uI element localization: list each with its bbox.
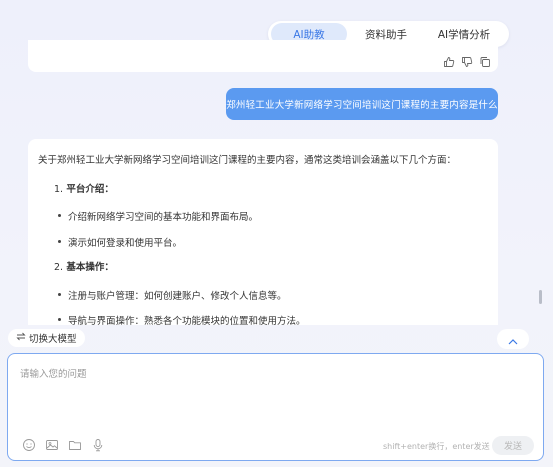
send-button[interactable]: 发送 <box>492 436 534 455</box>
chat-scrollbar-thumb[interactable] <box>539 290 542 304</box>
answer-feedback-toolbar <box>443 56 491 68</box>
image-icon[interactable] <box>45 438 59 452</box>
switch-model-label: 切换大模型 <box>29 334 77 345</box>
copy-icon[interactable] <box>479 56 491 68</box>
emoji-icon[interactable] <box>22 438 36 452</box>
input-toolbar <box>22 438 105 452</box>
answer-section-heading: 1. 平台介绍： <box>54 181 114 195</box>
section-title: 基本操作： <box>66 262 114 273</box>
assistant-answer-card: 关于郑州轻工业大学新网络学习空间培训这门课程的主要内容，通常这类培训会涵盖以下几… <box>28 139 498 325</box>
microphone-icon[interactable] <box>91 438 105 452</box>
user-message-text: 郑州轻工业大学新网络学习空间培训这门课程的主要内容是什么 <box>226 100 498 111</box>
thumbs-down-icon[interactable] <box>461 56 473 68</box>
answer-intro: 关于郑州轻工业大学新网络学习空间培训这门课程的主要内容，通常这类培训会涵盖以下几… <box>38 155 457 166</box>
question-input[interactable] <box>20 366 520 426</box>
answer-bullet: 介绍新网络学习空间的基本功能和界面布局。 <box>57 209 258 223</box>
folder-icon[interactable] <box>68 438 82 452</box>
send-hint: shift+enter换行，enter发送 <box>383 442 490 451</box>
chevron-up-icon <box>508 330 518 349</box>
previous-answer-card <box>28 40 498 72</box>
switch-arrows-icon <box>16 332 26 344</box>
question-input-box: shift+enter换行，enter发送 发送 <box>7 353 544 461</box>
answer-bullet: 注册与账户管理：如何创建账户、修改个人信息等。 <box>58 288 287 302</box>
thumbs-up-icon[interactable] <box>443 56 455 68</box>
answer-section-heading: 2. 基本操作： <box>54 259 114 273</box>
user-message-bubble: 郑州轻工业大学新网络学习空间培训这门课程的主要内容是什么 <box>226 88 498 120</box>
answer-bullet: 导航与界面操作：熟悉各个功能模块的位置和使用方法。 <box>58 313 306 325</box>
section-number: 2. <box>54 262 64 273</box>
section-title: 平台介绍： <box>66 184 114 195</box>
switch-model-button[interactable]: 切换大模型 <box>8 329 85 347</box>
answer-bullet: 演示如何登录和使用平台。 <box>57 235 182 249</box>
scroll-up-button[interactable] <box>497 329 529 349</box>
section-number: 1. <box>54 184 64 195</box>
